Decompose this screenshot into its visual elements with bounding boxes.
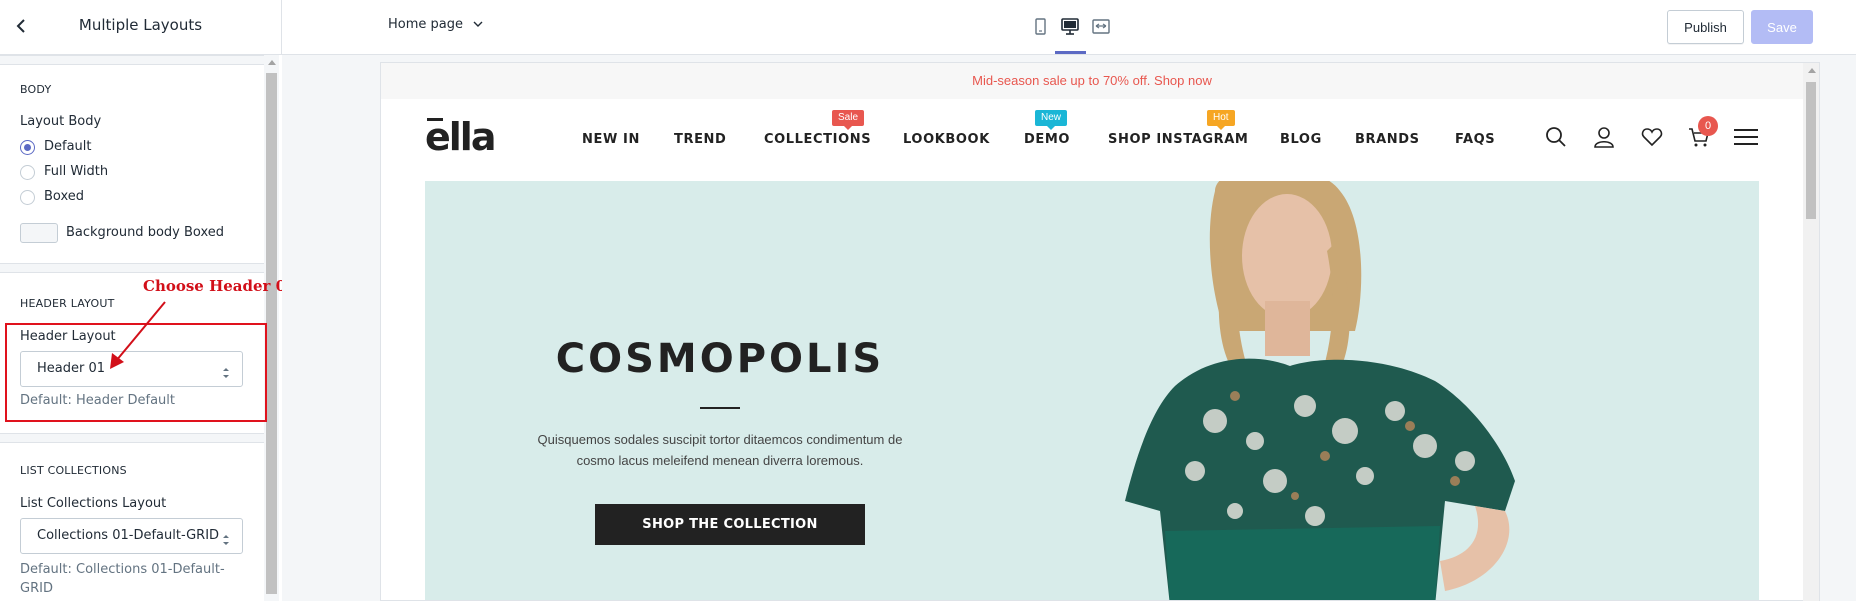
nav-item-new-in[interactable]: NEW IN <box>582 132 640 147</box>
annotation-text: Choose Header 01 <box>143 277 297 295</box>
new-badge: New <box>1035 110 1068 130</box>
scroll-up-icon[interactable] <box>1808 68 1816 73</box>
nav-item-lookbook[interactable]: LOOKBOOK <box>903 132 990 147</box>
hero-description: Quisquemos sodales suscipit tortor ditae… <box>537 432 903 468</box>
section-divider <box>0 433 264 443</box>
radio-full-width-label[interactable]: Full Width <box>44 164 108 179</box>
hero-banner[interactable]: COSMOPOLIS Quisquemos sodales suscipit t… <box>425 181 1759 600</box>
back-arrow-icon[interactable] <box>12 16 32 36</box>
editor-title: Multiple Layouts <box>78 16 203 34</box>
radio-boxed-label[interactable]: Boxed <box>44 189 84 204</box>
radio-default[interactable] <box>20 140 35 155</box>
section-divider <box>0 55 264 65</box>
search-icon[interactable] <box>1544 125 1568 149</box>
annotation-highlight-box <box>5 323 267 422</box>
hero-divider <box>700 407 740 409</box>
sale-badge: Sale <box>832 110 865 130</box>
nav-item-trend[interactable]: TREND <box>674 132 726 147</box>
logo-accent <box>427 118 443 121</box>
cart-count-badge: 0 <box>1698 116 1718 136</box>
layout-body-label: Layout Body <box>20 114 102 129</box>
radio-default-label[interactable]: Default <box>44 139 92 154</box>
page-selector[interactable]: Home page <box>388 17 483 32</box>
active-device-indicator <box>1055 51 1086 54</box>
chevron-down-icon <box>473 17 483 32</box>
scroll-up-icon[interactable] <box>268 60 276 65</box>
menu-icon[interactable] <box>1733 125 1758 149</box>
preview-scrollbar-thumb[interactable] <box>1806 82 1816 219</box>
select-arrows-icon <box>222 531 230 545</box>
list-collections-help: Default: Collections 01-Default-GRID <box>20 562 225 596</box>
list-collections-value: Collections 01-Default-GRID <box>37 528 220 543</box>
wishlist-icon[interactable] <box>1640 125 1664 149</box>
fullwidth-icon[interactable] <box>1090 16 1112 38</box>
section-divider <box>0 263 264 273</box>
list-collections-heading: LIST COLLECTIONS <box>20 464 127 477</box>
topbar-divider <box>281 0 282 54</box>
nav-item-shop-instagram[interactable]: SHOP INSTAGRAM <box>1108 132 1248 147</box>
shop-collection-button[interactable]: SHOP THE COLLECTION <box>595 504 865 545</box>
storefront-preview: Mid-season sale up to 70% off. Shop now … <box>380 62 1820 601</box>
nav-item-blog[interactable]: BLOG <box>1280 132 1322 147</box>
hero-title: COSMOPOLIS <box>555 336 885 382</box>
hot-badge: Hot <box>1207 110 1235 130</box>
announcement-bar[interactable]: Mid-season sale up to 70% off. Shop now <box>381 63 1803 99</box>
header-layout-heading: HEADER LAYOUT <box>20 297 115 310</box>
nav-item-brands[interactable]: BRANDS <box>1355 132 1420 147</box>
store-logo[interactable]: ella <box>425 115 496 159</box>
background-body-boxed-label: Background body Boxed <box>66 225 224 240</box>
background-color-swatch[interactable] <box>20 223 58 243</box>
list-collections-select[interactable]: Collections 01-Default-GRID <box>20 518 243 554</box>
radio-boxed[interactable] <box>20 190 35 205</box>
nav-item-demo[interactable]: DEMO <box>1024 132 1070 147</box>
hero-model-image <box>1125 181 1515 600</box>
nav-item-faqs[interactable]: FAQS <box>1455 132 1495 147</box>
desktop-icon[interactable] <box>1059 16 1081 38</box>
list-collections-label: List Collections Layout <box>20 496 167 511</box>
editor-topbar: Multiple Layouts Home page Publish Save <box>0 0 1856 55</box>
page-selector-label: Home page <box>388 17 463 32</box>
radio-full-width[interactable] <box>20 165 35 180</box>
sidebar-scrollbar-thumb[interactable] <box>266 73 277 594</box>
nav-item-collections[interactable]: COLLECTIONS <box>764 132 871 147</box>
account-icon[interactable] <box>1592 125 1616 149</box>
publish-button[interactable]: Publish <box>1667 10 1744 44</box>
mobile-icon[interactable] <box>1029 16 1051 38</box>
save-button[interactable]: Save <box>1751 10 1813 44</box>
body-section-heading: BODY <box>20 83 52 96</box>
